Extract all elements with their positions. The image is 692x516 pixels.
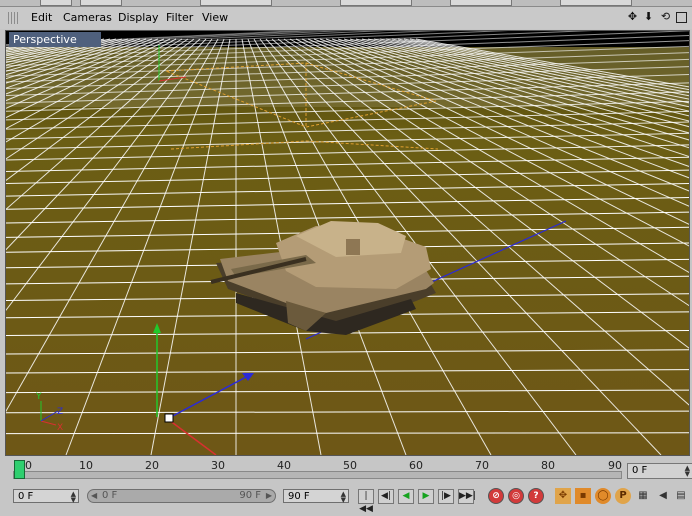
- current-frame-display[interactable]: 0 F ▲ ▼: [627, 463, 692, 479]
- timeline-cursor[interactable]: [14, 460, 25, 479]
- end-frame-field[interactable]: 90 F ▲ ▼: [283, 489, 349, 504]
- menu-display[interactable]: Display: [118, 11, 159, 24]
- preview-range-slider[interactable]: ◀ 0 F 90 F ▶: [87, 489, 276, 503]
- timeline-tick-label: 50: [343, 459, 357, 472]
- record-key-icon: ⊘: [492, 491, 500, 501]
- position-key-button[interactable]: ✥: [555, 488, 571, 504]
- toolbar-segment[interactable]: [200, 0, 272, 6]
- scene-canvas: Y X Z: [6, 31, 689, 455]
- scale-key-button[interactable]: ▪: [575, 488, 591, 504]
- go-to-start-icon: |◀◀: [359, 491, 373, 514]
- grid-icon: ▦: [638, 490, 648, 501]
- key-help-button[interactable]: ?: [528, 488, 544, 504]
- rotate-icon: ◯: [597, 490, 609, 501]
- rotate-view-icon[interactable]: ⟲: [659, 10, 672, 24]
- range-start-value: 0 F: [102, 490, 118, 501]
- menu-view[interactable]: View: [202, 11, 228, 24]
- menu-edit[interactable]: Edit: [31, 11, 52, 24]
- frame-stepper-icon[interactable]: ▲ ▼: [685, 465, 690, 478]
- menu-cameras[interactable]: Cameras: [63, 11, 112, 24]
- rotation-key-button[interactable]: ◯: [595, 488, 611, 504]
- orientation-y-label: Y: [35, 392, 42, 402]
- play-forward-button[interactable]: ▶: [418, 489, 434, 504]
- timeline-tick-label: 70: [475, 459, 489, 472]
- timeline-tick-label: 90: [608, 459, 622, 472]
- step-back-button[interactable]: ◀|: [378, 489, 394, 504]
- maximize-view-icon[interactable]: [676, 12, 687, 23]
- document-icon: ▤: [676, 490, 686, 501]
- autokey-icon: ◎: [512, 491, 520, 501]
- current-frame-stepper-icon[interactable]: ▲ ▼: [71, 491, 76, 504]
- perspective-viewport[interactable]: Perspective Y X Z: [5, 30, 690, 456]
- speaker-icon: ◀: [659, 490, 667, 501]
- viewport-menu-bar: Edit Cameras Display Filter View ✥ ⬇ ⟲: [0, 7, 692, 29]
- step-back-icon: ◀|: [381, 491, 391, 501]
- toolbar-segment[interactable]: [560, 0, 632, 6]
- timeline-tick-label: 20: [145, 459, 159, 472]
- range-end-value: 90 F: [239, 490, 261, 501]
- timeline-tick-label: 10: [79, 459, 93, 472]
- toolbar-segment[interactable]: [450, 0, 512, 6]
- play-forward-icon: ▶: [422, 491, 430, 501]
- play-backward-icon: ◀: [402, 491, 410, 501]
- parameter-icon: P: [619, 490, 627, 501]
- timeline-ruler[interactable]: 0 10 20 30 40 50 60 70 80 90: [13, 459, 622, 479]
- menu-filter[interactable]: Filter: [166, 11, 193, 24]
- toolbar-segment[interactable]: [340, 0, 412, 6]
- orientation-z-label: Z: [57, 407, 63, 417]
- go-to-end-button[interactable]: ▶▶|: [458, 489, 476, 504]
- range-right-arrow-icon[interactable]: ▶: [266, 490, 272, 502]
- play-backward-button[interactable]: ◀: [398, 489, 414, 504]
- point-level-key-button[interactable]: ▦: [635, 488, 651, 504]
- move-view-icon[interactable]: ✥: [626, 10, 639, 24]
- drag-grip-icon[interactable]: [8, 12, 20, 24]
- end-frame-stepper-icon[interactable]: ▲ ▼: [341, 491, 346, 504]
- autokey-button[interactable]: ◎: [508, 488, 524, 504]
- go-to-start-button[interactable]: |◀◀: [358, 489, 374, 514]
- zoom-view-icon[interactable]: ⬇: [642, 10, 655, 24]
- current-frame-value: 0 F: [632, 465, 648, 476]
- timeline-tick-label: 40: [277, 459, 291, 472]
- toolbar-segment[interactable]: [80, 0, 122, 6]
- record-key-button[interactable]: ⊘: [488, 488, 504, 504]
- current-frame-field[interactable]: 0 F ▲ ▼: [13, 489, 79, 504]
- grid-haze: [6, 47, 689, 107]
- top-toolbar-strip: [0, 0, 692, 7]
- parameter-key-button[interactable]: P: [615, 488, 631, 504]
- object-pivot-handle[interactable]: [164, 413, 174, 423]
- question-icon: ?: [533, 491, 539, 501]
- step-forward-button[interactable]: |▶: [438, 489, 454, 504]
- document-button[interactable]: ▤: [673, 488, 689, 504]
- move-icon: ✥: [558, 490, 568, 501]
- current-frame-field-value: 0 F: [18, 491, 34, 502]
- timeline-tick-label: 60: [409, 459, 423, 472]
- range-left-arrow-icon[interactable]: ◀: [91, 490, 97, 502]
- step-forward-icon: |▶: [441, 491, 451, 501]
- scale-icon: ▪: [579, 490, 587, 501]
- viewport-label: Perspective: [13, 33, 77, 46]
- timeline-track[interactable]: [13, 471, 622, 479]
- go-to-end-icon: ▶▶|: [459, 491, 476, 501]
- timeline-tick-label: 0: [25, 459, 32, 472]
- timeline-tick-label: 30: [211, 459, 225, 472]
- end-frame-field-value: 90 F: [288, 491, 310, 502]
- sound-button[interactable]: ◀: [655, 488, 671, 504]
- orientation-x-label: X: [57, 423, 63, 433]
- toolbar-segment[interactable]: [40, 0, 72, 6]
- timeline-tick-label: 80: [541, 459, 555, 472]
